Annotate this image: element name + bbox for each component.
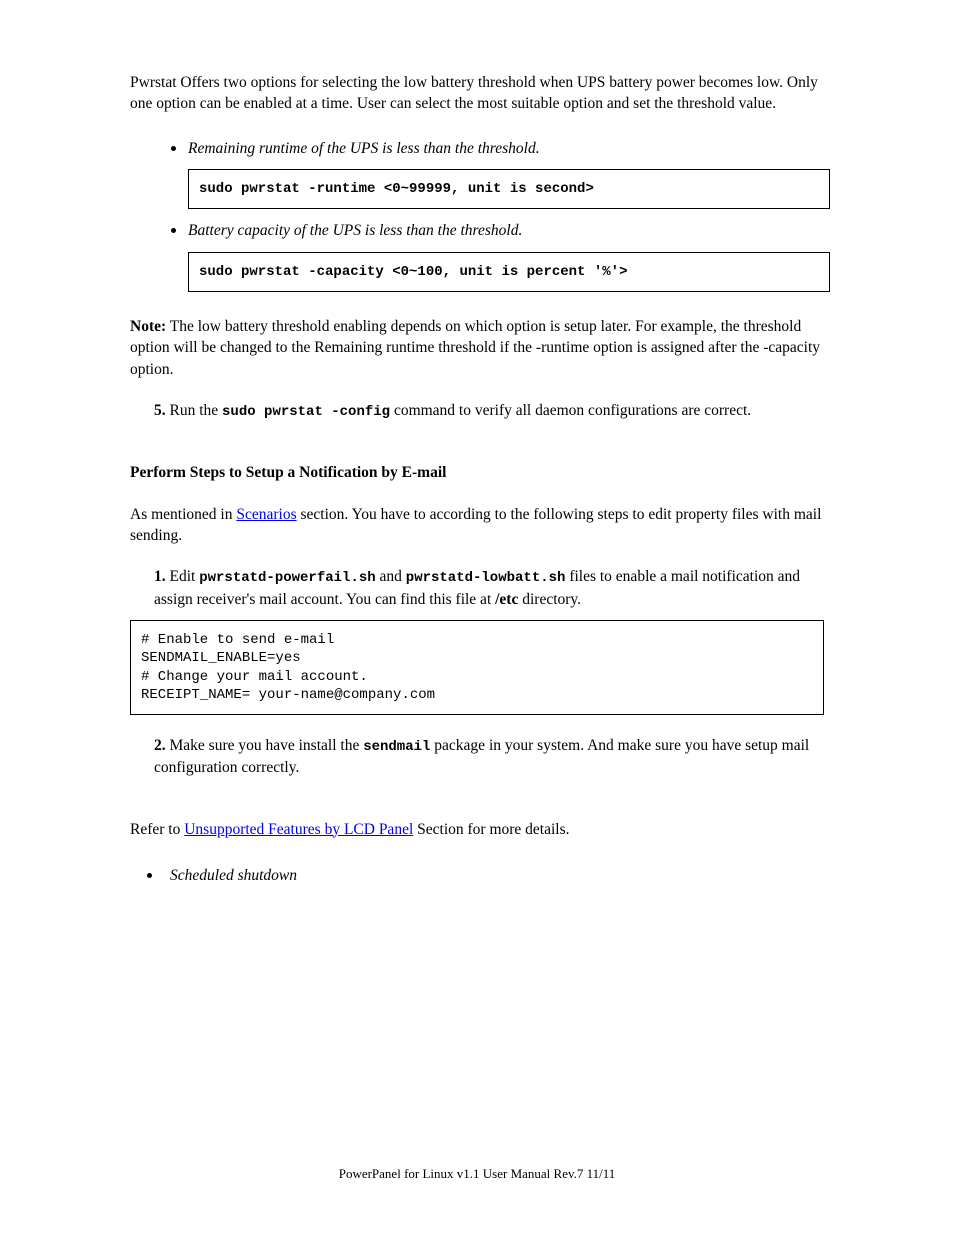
link-unsupported-features[interactable]: Unsupported Features by LCD Panel: [184, 821, 413, 838]
codebox-capacity: sudo pwrstat -capacity <0~100, unit is p…: [188, 252, 830, 292]
page-footer: PowerPanel for Linux v1.1 User Manual Re…: [0, 1165, 954, 1183]
unavailable-list: Scheduled shutdown: [130, 862, 824, 886]
codebox-mail-config: # Enable to send e-mail SENDMAIL_ENABLE=…: [130, 620, 824, 715]
step-2: 2. Make sure you have install the sendma…: [154, 735, 824, 779]
option-capacity-heading: Battery capacity of the UPS is less than…: [188, 220, 824, 241]
page: Pwrstat Offers two options for selecting…: [0, 0, 954, 1235]
link-scenarios[interactable]: Scenarios: [236, 506, 296, 523]
option-runtime: Remaining runtime of the UPS is less tha…: [188, 135, 824, 210]
option-runtime-heading: Remaining runtime of the UPS is less tha…: [188, 138, 824, 159]
options-list: Remaining runtime of the UPS is less tha…: [130, 135, 824, 292]
step-1: 1. Edit pwrstatd-powerfail.sh and pwrsta…: [154, 566, 824, 610]
unavailable-intro: Refer to Unsupported Features by LCD Pan…: [130, 819, 824, 840]
option-capacity: Battery capacity of the UPS is less than…: [188, 217, 824, 292]
step-5: 5. Run the sudo pwrstat -config command …: [154, 400, 824, 422]
section-heading-email: Perform Steps to Setup a Notification by…: [130, 462, 824, 483]
note-paragraph: Note: The low battery threshold enabling…: [130, 316, 824, 380]
unavailable-item-scheduled-shutdown: Scheduled shutdown: [164, 862, 824, 886]
codebox-runtime: sudo pwrstat -runtime <0~99999, unit is …: [188, 169, 830, 209]
intro-paragraph: Pwrstat Offers two options for selecting…: [130, 72, 824, 115]
email-intro-paragraph: As mentioned in Scenarios section. You h…: [130, 504, 824, 547]
